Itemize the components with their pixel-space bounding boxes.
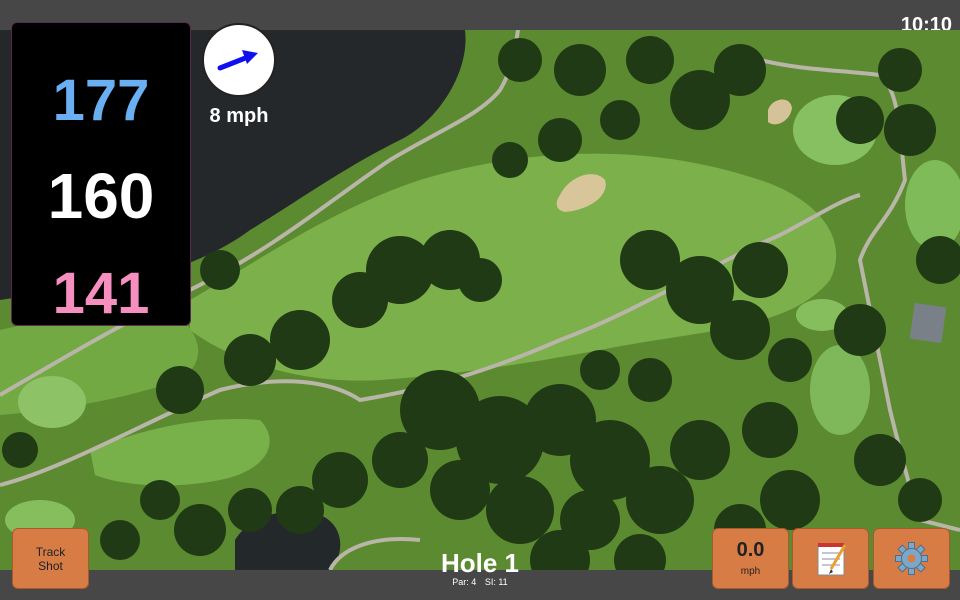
wind-indicator: [202, 23, 276, 97]
track-shot-button[interactable]: Track Shot: [12, 528, 89, 589]
gear-icon: [895, 542, 928, 575]
yardage-panel: 177 160 141: [11, 22, 191, 326]
hole-par: Par: 4: [452, 577, 477, 587]
track-shot-label-line2: Shot: [38, 559, 63, 573]
settings-button[interactable]: [873, 528, 950, 589]
front-distance: 141: [52, 261, 150, 326]
notepad-icon: [817, 543, 847, 576]
notes-button[interactable]: [792, 528, 869, 589]
back-distance: 177: [52, 68, 150, 133]
wind-speed-label: 8 mph: [209, 105, 269, 127]
speed-button[interactable]: 0.0 mph: [712, 528, 789, 589]
wind-direction-arrow-icon: [217, 50, 258, 71]
hole-title: Hole 1: [440, 548, 520, 578]
hole-info: Par: 4 SI: 11: [380, 577, 580, 587]
speed-value: 0.0: [736, 539, 765, 561]
track-shot-label-line1: Track: [35, 545, 66, 559]
hole-stroke-index: SI: 11: [484, 577, 508, 587]
speed-unit: mph: [740, 566, 761, 577]
center-distance: 160: [47, 160, 155, 232]
